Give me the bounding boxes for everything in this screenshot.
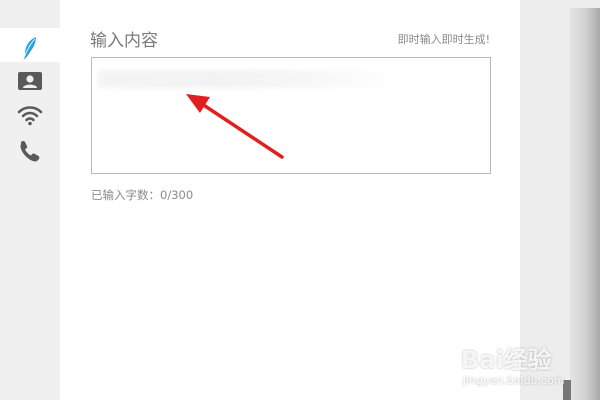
- watermark-logo: Bai经验: [461, 346, 552, 374]
- baidu-jingyan-watermark: Bai经验 jingyan.baidu.com: [455, 340, 595, 395]
- watermark-url: jingyan.baidu.com: [463, 374, 565, 387]
- contact-card-icon: [18, 72, 42, 90]
- sidebar-item-text[interactable]: [0, 28, 60, 62]
- phone-icon: [20, 141, 40, 162]
- sidebar-item-phone[interactable]: [0, 130, 60, 164]
- instant-hint-text: 即时输入即时生成!: [397, 33, 490, 46]
- content-textarea[interactable]: [91, 57, 491, 174]
- feather-icon: [22, 37, 36, 61]
- wifi-icon: [17, 106, 43, 126]
- qr-text-generator-screen: 输入内容 即时输入即时生成! 已输入字数：0/300 Bai经验 jingyan…: [0, 0, 600, 400]
- character-counter: 已输入字数：0/300: [91, 188, 194, 202]
- sidebar-item-contact[interactable]: [0, 63, 60, 97]
- page-title: 输入内容: [90, 31, 158, 51]
- sidebar: [0, 0, 60, 400]
- sidebar-item-wifi[interactable]: [0, 96, 60, 130]
- main-panel: 输入内容 即时输入即时生成! 已输入字数：0/300: [62, 0, 520, 400]
- blurred-input-text: [98, 70, 398, 88]
